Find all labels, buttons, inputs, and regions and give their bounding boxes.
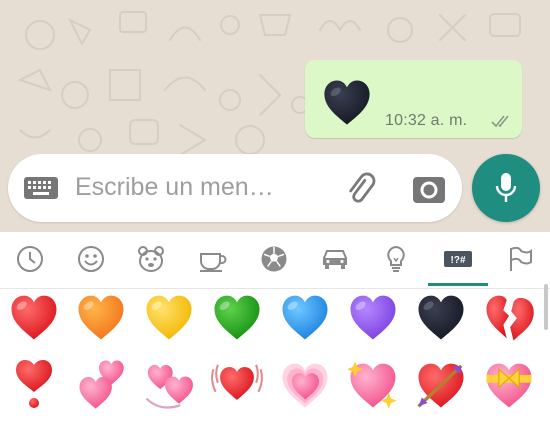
paperclip-icon[interactable] xyxy=(344,172,378,206)
heart-with-arrow-emoji[interactable] xyxy=(414,358,468,412)
sparkling-heart-emoji[interactable] xyxy=(346,358,400,412)
voice-record-button[interactable] xyxy=(472,154,540,222)
emoji-category-bar: !?# xyxy=(0,232,550,289)
keyboard-scrollbar[interactable] xyxy=(544,284,548,330)
clock-icon[interactable] xyxy=(15,244,45,274)
chat-area: 10:32 a. m. Escribe un men… xyxy=(0,0,550,232)
revolving-hearts-emoji[interactable] xyxy=(142,358,196,412)
purple-heart-emoji[interactable] xyxy=(346,290,400,344)
beating-heart-emoji[interactable] xyxy=(210,358,264,412)
broken-heart-emoji[interactable] xyxy=(482,290,536,344)
lightbulb-icon[interactable] xyxy=(381,244,411,274)
message-input[interactable]: Escribe un men… xyxy=(75,173,274,202)
car-icon[interactable] xyxy=(320,244,350,274)
heart-with-ribbon-emoji[interactable] xyxy=(482,358,536,412)
black-heart-emoji[interactable] xyxy=(414,290,468,344)
soccer-ball-icon[interactable] xyxy=(259,244,289,274)
microphone-icon xyxy=(495,173,517,202)
emoji-keyboard: !?# xyxy=(0,232,550,424)
yellow-heart-emoji[interactable] xyxy=(142,290,196,344)
two-hearts-emoji[interactable] xyxy=(74,358,128,412)
camera-icon[interactable] xyxy=(412,174,446,204)
bear-icon[interactable] xyxy=(136,244,166,274)
growing-heart-emoji[interactable] xyxy=(278,358,332,412)
message-composer[interactable]: Escribe un men… xyxy=(8,154,462,222)
message-time: 10:32 a. m. xyxy=(385,112,468,129)
cup-icon[interactable] xyxy=(198,244,228,274)
double-check-icon xyxy=(491,115,509,128)
message-bubble[interactable]: 10:32 a. m. xyxy=(305,60,522,138)
green-heart-emoji[interactable] xyxy=(210,290,264,344)
red-heart-emoji[interactable] xyxy=(7,290,61,344)
selected-category-indicator xyxy=(428,283,488,286)
blue-heart-emoji[interactable] xyxy=(278,290,332,344)
symbols-icon[interactable]: !?# xyxy=(443,244,473,274)
svg-text:!?#: !?# xyxy=(451,255,466,266)
flag-icon[interactable] xyxy=(505,244,535,274)
heart-exclamation-emoji[interactable] xyxy=(7,358,61,412)
keyboard-icon[interactable] xyxy=(24,177,58,199)
black-heart-emoji xyxy=(324,80,370,125)
orange-heart-emoji[interactable] xyxy=(74,290,128,344)
smiley-icon[interactable] xyxy=(76,244,106,274)
